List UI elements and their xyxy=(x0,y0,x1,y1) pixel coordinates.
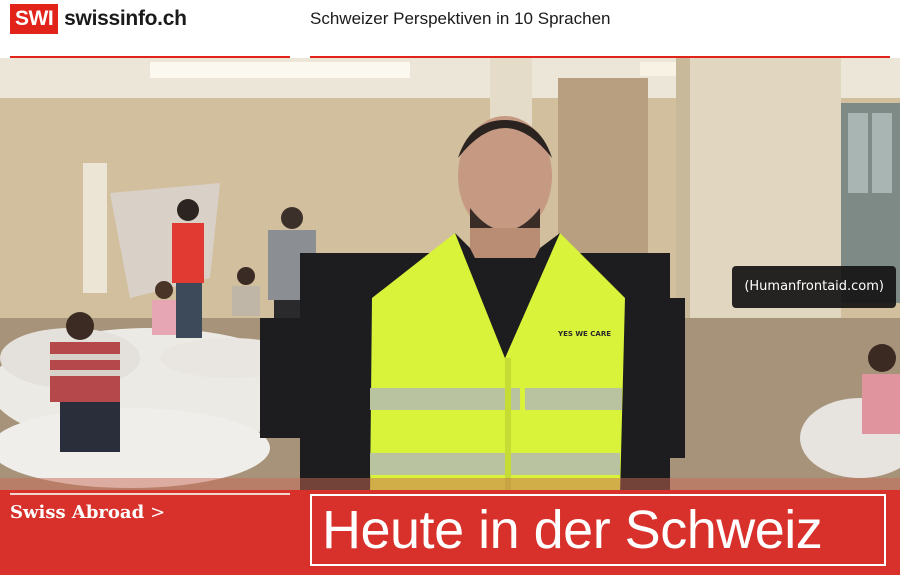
newsletter-title-box[interactable]: Heute in der Schweiz xyxy=(310,494,886,566)
vest-print: YES WE CARE xyxy=(557,330,611,338)
newsletter-title: Heute in der Schweiz xyxy=(322,500,823,560)
photo-credit: (Humanfrontaid.com) xyxy=(732,266,896,308)
swi-logo[interactable]: SWI swissinfo.ch xyxy=(10,4,187,34)
footer-bar: Swiss Abroad > Heute in der Schweiz xyxy=(0,490,900,575)
hero-image: YES WE CARE (Humanfrontaid.com) xyxy=(0,58,900,495)
section-link-label: Swiss Abroad xyxy=(10,502,145,523)
logo-badge: SWI xyxy=(10,4,59,34)
site-tagline: Schweizer Perspektiven in 10 Sprachen xyxy=(310,9,611,28)
section-link-swiss-abroad[interactable]: Swiss Abroad > xyxy=(10,502,165,523)
site-header: SWI swissinfo.ch Schweizer Perspektiven … xyxy=(0,0,900,58)
logo-wordmark: swissinfo.ch xyxy=(64,7,187,30)
chevron-right-icon: > xyxy=(150,502,166,523)
section-divider xyxy=(10,493,290,495)
